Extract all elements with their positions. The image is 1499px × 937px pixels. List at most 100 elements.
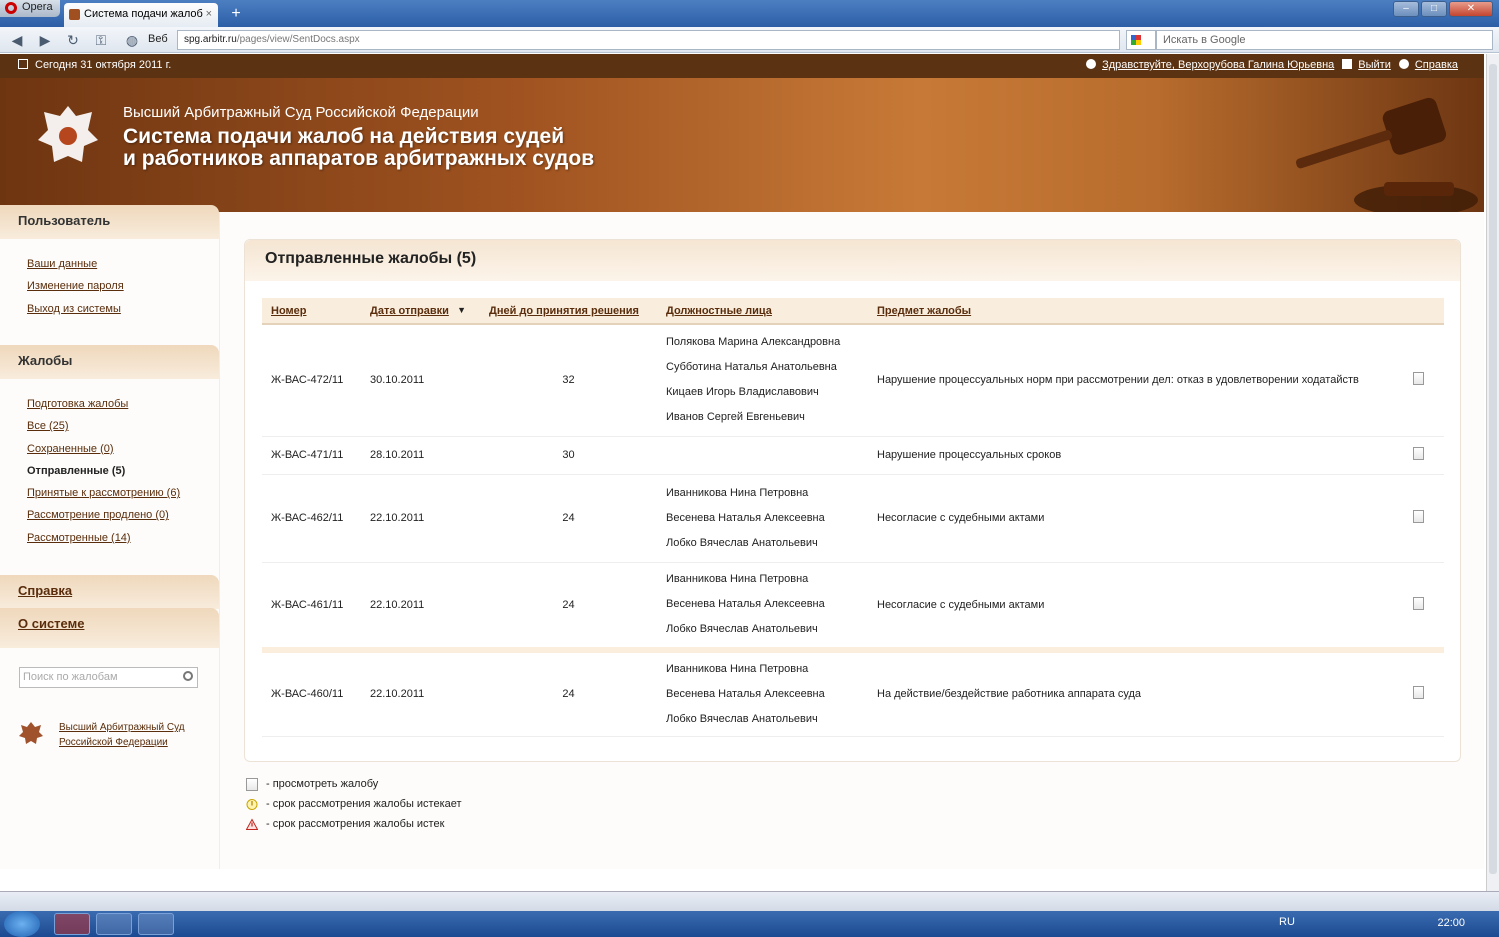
court-site-link[interactable]: Высший Арбитражный Суд Российской Федерац… (59, 720, 209, 750)
legend-item: - просмотреть жалобу (244, 774, 462, 794)
scrollbar-thumb[interactable] (1489, 64, 1497, 874)
sidebar-item-extended[interactable]: Рассмотрение продлено (0) (27, 509, 169, 521)
cell-officials: Иванникова Нина Петровна Весенева Наталь… (657, 474, 868, 563)
greeting-link[interactable]: Здравствуйте, Верхорубова Галина Юрьевна (1102, 59, 1334, 71)
help-icon (1398, 59, 1409, 69)
table-row[interactable]: Ж-ВАС-460/11 22.10.2011 24 Иванникова Ни… (262, 650, 1444, 737)
sort-desc-icon[interactable]: ▼ (457, 305, 466, 315)
cell-date: 30.10.2011 (361, 324, 480, 437)
forward-icon[interactable]: ▶ (36, 31, 54, 49)
view-document-icon[interactable] (1413, 510, 1424, 523)
logout-link[interactable]: Выйти (1358, 59, 1391, 71)
cell-number: Ж-ВАС-472/11 (262, 324, 361, 437)
table-row[interactable]: Ж-ВАС-471/11 28.10.2011 30 Нарушение про… (262, 436, 1444, 475)
tab-title: Система подачи жалоб (84, 8, 203, 20)
start-button[interactable] (4, 911, 40, 937)
legend-text: - срок рассмотрения жалобы истекает (266, 798, 462, 810)
sidebar-item-your-data[interactable]: Ваши данные (27, 258, 97, 270)
help-link[interactable]: Справка (1415, 59, 1458, 71)
cell-officials (657, 436, 868, 475)
view-document-icon[interactable] (1413, 447, 1424, 460)
sidebar-user-header: Пользователь (0, 205, 219, 239)
taskbar-explorer-icon[interactable] (96, 913, 132, 935)
web-label: Веб (148, 33, 168, 45)
official-name: Иванникова Нина Петровна (666, 662, 809, 675)
cell-subject: На действие/бездействие работника аппара… (868, 650, 1404, 737)
official-name: Лобко Вячеслав Анатольевич (666, 712, 818, 725)
browser-tab[interactable]: Система подачи жалоб × (64, 3, 218, 27)
cell-date: 22.10.2011 (361, 474, 480, 563)
legend-text: - срок рассмотрения жалобы истек (266, 818, 445, 830)
table-row[interactable]: Ж-ВАС-461/11 22.10.2011 24 Иванникова Ни… (262, 562, 1444, 653)
legend-item: - срок рассмотрения жалобы истекает (244, 794, 462, 814)
cell-date: 28.10.2011 (361, 436, 480, 475)
search-engine-selector[interactable] (1126, 30, 1156, 50)
sidebar-help-link[interactable]: Справка (18, 583, 72, 598)
address-bar[interactable]: spg.arbitr.ru/pages/view/SentDocs.aspx (177, 30, 1120, 50)
warning-clock-icon (246, 799, 258, 810)
court-emblem-icon (38, 106, 98, 162)
back-icon[interactable]: ◀ (8, 31, 26, 49)
site-banner: Высший Арбитражный Суд Российской Федера… (0, 78, 1484, 212)
column-days[interactable]: Дней до принятия решения (489, 305, 639, 317)
cell-number: Ж-ВАС-461/11 (262, 562, 361, 653)
key-icon[interactable]: ⚿ (92, 31, 110, 49)
taskbar-opera-icon[interactable] (54, 913, 90, 935)
column-number[interactable]: Номер (271, 305, 307, 317)
sidebar-item-reviewed[interactable]: Рассмотренные (14) (27, 532, 131, 544)
logout-icon (1342, 59, 1353, 69)
reload-icon[interactable]: ↻ (64, 31, 82, 49)
column-officials[interactable]: Должностные лица (666, 305, 772, 317)
cell-officials: Иванникова Нина Петровна Весенева Наталь… (657, 562, 868, 653)
tab-close-icon[interactable]: × (206, 3, 212, 25)
official-name: Иванникова Нина Петровна (666, 573, 809, 586)
browser-search-field[interactable]: Искать в Google (1156, 30, 1493, 50)
favicon-icon (69, 9, 80, 20)
cell-officials: Полякова Марина Александровна Субботина … (657, 324, 868, 437)
page-scrollbar[interactable] (1486, 54, 1499, 891)
cell-subject: Несогласие с судебными актами (868, 562, 1404, 653)
column-date[interactable]: Дата отправки (370, 305, 449, 317)
taskbar-app-icon[interactable] (138, 913, 174, 935)
sidebar-item-sent[interactable]: Отправленные (5) (27, 465, 125, 477)
sidebar-item-logout[interactable]: Выход из системы (27, 303, 121, 315)
sidebar-item-saved[interactable]: Сохраненные (0) (27, 443, 114, 455)
browser-titlebar: Opera Система подачи жалоб × + – □ ✕ (0, 0, 1499, 27)
table-row[interactable]: Ж-ВАС-472/11 30.10.2011 32 Полякова Мари… (262, 324, 1444, 437)
globe-icon: ◍ (125, 32, 139, 48)
cell-subject: Нарушение процессуальных сроков (868, 436, 1404, 475)
court-link-line1: Высший Арбитражный Суд (59, 722, 185, 733)
column-subject[interactable]: Предмет жалобы (877, 305, 971, 317)
page-body: Пользователь Ваши данные Изменение парол… (0, 205, 1484, 869)
legend-text: - просмотреть жалобу (266, 778, 379, 790)
maximize-button[interactable]: □ (1421, 1, 1447, 17)
complaint-search-input[interactable]: Поиск по жалобам (19, 667, 198, 688)
table-row[interactable]: Ж-ВАС-462/11 22.10.2011 24 Иванникова Ни… (262, 474, 1444, 563)
sidebar-help-header: Справка (0, 575, 219, 609)
opera-menu-button[interactable]: Opera (0, 0, 60, 17)
site-top-strip: Сегодня 31 октября 2011 г. Здравствуйте,… (0, 54, 1484, 78)
window-controls: – □ ✕ (1393, 1, 1493, 18)
browser-navbar: ◀ ▶ ↻ ⚿ ◍ Веб spg.arbitr.ru/pages/view/S… (0, 27, 1499, 53)
sidebar-about-link[interactable]: О системе (18, 616, 84, 631)
minimize-button[interactable]: – (1393, 1, 1419, 17)
google-icon (1131, 35, 1141, 45)
url-path: /pages/view/SentDocs.aspx (236, 34, 360, 45)
new-tab-button[interactable]: + (227, 5, 245, 23)
document-icon (246, 778, 258, 791)
clock[interactable]: 22:00 (1437, 917, 1465, 929)
search-icon[interactable] (183, 671, 193, 681)
sidebar-item-accepted[interactable]: Принятые к рассмотрению (6) (27, 487, 180, 499)
close-window-button[interactable]: ✕ (1449, 1, 1493, 17)
view-document-icon[interactable] (1413, 596, 1424, 610)
court-link-line2: Российской Федерации (59, 737, 168, 748)
view-document-icon[interactable] (1413, 372, 1424, 386)
sidebar-item-change-password[interactable]: Изменение пароля (27, 280, 124, 292)
language-indicator[interactable]: RU (1279, 916, 1295, 928)
sidebar-item-all[interactable]: Все (25) (27, 420, 69, 432)
official-name: Весенева Наталья Алексеевна (666, 598, 825, 611)
cell-number: Ж-ВАС-460/11 (262, 650, 361, 737)
browser-statusbar (0, 891, 1499, 911)
view-document-icon[interactable] (1413, 686, 1424, 700)
sidebar-item-prepare[interactable]: Подготовка жалобы (27, 398, 128, 410)
